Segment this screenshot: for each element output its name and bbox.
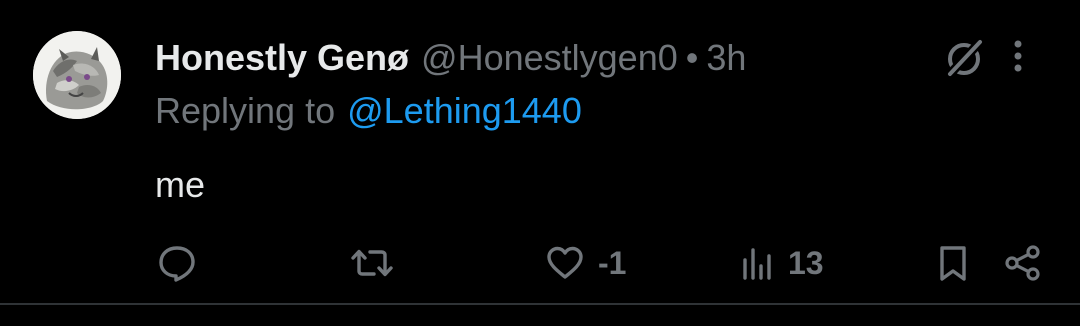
replying-to-mention[interactable]: @Lething1440: [347, 90, 582, 131]
author-handle[interactable]: @Honestlygen0: [421, 36, 678, 80]
avatar[interactable]: [33, 31, 121, 119]
grok-icon[interactable]: [940, 34, 988, 82]
reply-icon: [159, 246, 195, 282]
author-name[interactable]: Honestly Genø: [155, 36, 409, 80]
retweet-button[interactable]: [350, 240, 406, 286]
like-icon: [547, 246, 583, 279]
bookmark-icon: [940, 246, 966, 281]
views-icon: [743, 248, 771, 280]
views-count: 13: [788, 244, 824, 281]
more-icon[interactable]: [1008, 34, 1028, 82]
like-button[interactable]: -1: [544, 240, 626, 286]
divider: [0, 303, 1080, 305]
replying-to-line: Replying to @Lething1440: [155, 88, 582, 134]
timestamp[interactable]: 3h: [706, 36, 746, 80]
share-icon: [1005, 245, 1040, 281]
tweet-header: Honestly Genø @Honestlygen0 • 3h: [155, 36, 746, 80]
tweet[interactable]: Honestly Genø @Honestlygen0 • 3h Replyin…: [0, 0, 1080, 303]
reply-button[interactable]: [156, 240, 210, 286]
bookmark-button[interactable]: [934, 240, 972, 286]
like-count: -1: [598, 244, 627, 281]
replying-to-label: Replying to: [155, 90, 336, 131]
tweet-text: me: [155, 164, 206, 205]
views-button[interactable]: 13: [740, 240, 824, 286]
retweet-icon: [351, 249, 393, 277]
separator-dot: •: [685, 37, 699, 78]
top-actions: [940, 34, 1028, 82]
share-button[interactable]: [1002, 240, 1044, 286]
